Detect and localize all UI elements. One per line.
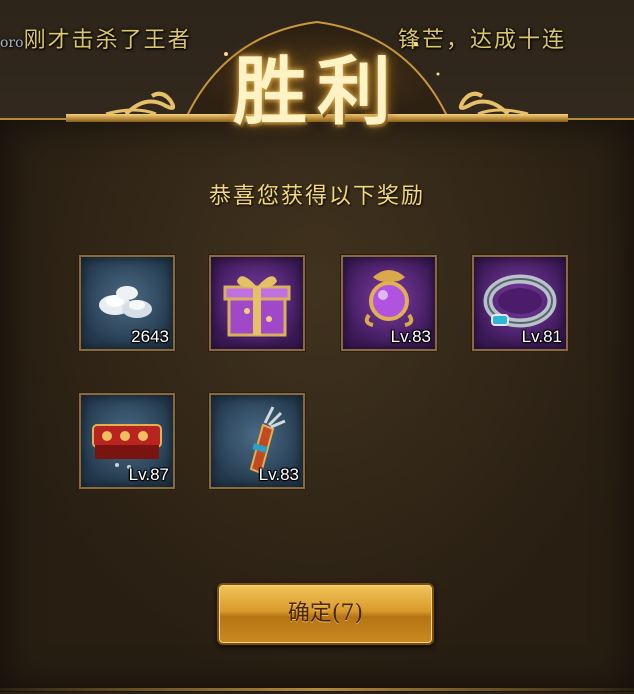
title-banner: 胜利	[66, 14, 568, 135]
reward-label: 2643	[131, 327, 169, 346]
reward-slot-gift[interactable]	[209, 255, 305, 351]
reward-slot-belt[interactable]: Lv.87	[79, 393, 175, 489]
reward-label: Lv.83	[258, 465, 299, 484]
reward-label: Lv.83	[390, 327, 431, 346]
reward-slot-ring[interactable]: Lv.81	[472, 255, 568, 351]
reward-slot-amulet[interactable]: Lv.83	[341, 255, 437, 351]
ticker-prefix: oro	[0, 35, 24, 51]
reward-label: Lv.87	[128, 465, 169, 484]
game-scene: oro刚才击杀了王者 锋芒，达成十连 胜利 恭喜您获得以下奖励 2643 Lv.…	[0, 0, 634, 694]
reward-slot-bracer[interactable]: Lv.83	[209, 393, 305, 489]
victory-title: 胜利	[233, 49, 401, 135]
confirm-button[interactable]: 确定(7)	[217, 583, 434, 645]
reward-slot-silver[interactable]: 2643	[79, 255, 175, 351]
reward-label: Lv.81	[521, 327, 562, 346]
panel-bottom-border	[0, 688, 634, 691]
reward-subtitle: 恭喜您获得以下奖励	[208, 184, 425, 209]
gift-box-icon	[223, 276, 291, 337]
